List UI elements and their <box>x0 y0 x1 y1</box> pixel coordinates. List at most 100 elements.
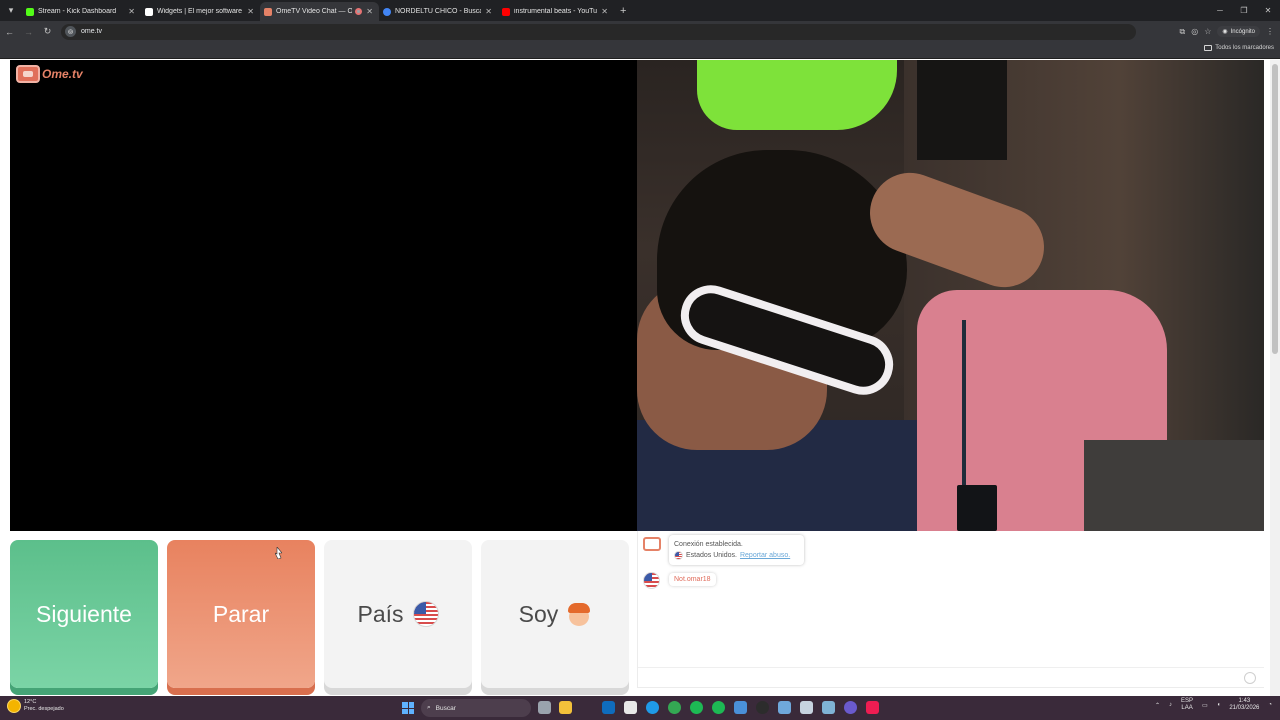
close-icon[interactable]: ✕ <box>601 7 608 16</box>
back-icon[interactable]: ← <box>0 21 19 42</box>
file-explorer-icon[interactable] <box>559 701 572 714</box>
incognito-label: Incógnito <box>1230 28 1255 35</box>
address-bar[interactable]: ⊚ ome.tv <box>61 23 1136 40</box>
forward-icon[interactable]: → <box>19 21 38 42</box>
toolbar-icons: ⧉ ◎ ☆ ◉ Incógnito ⋮ <box>1180 21 1274 42</box>
video-bed <box>1084 440 1264 531</box>
spotify-2-icon[interactable] <box>712 701 725 714</box>
video-green-cap <box>697 60 897 130</box>
country-button-label: País <box>357 600 404 627</box>
tab-strip: ▾ Stream - Kick Dashboard ✕ Widgets | El… <box>0 0 1280 21</box>
search-icon: ⌕ <box>427 704 431 711</box>
kick-favicon-icon <box>26 7 34 16</box>
next-button-label: Siguiente <box>36 600 132 627</box>
tv-logo-icon <box>16 65 40 83</box>
spotify-icon[interactable] <box>690 701 703 714</box>
youtube-favicon-icon <box>502 7 510 16</box>
url-text[interactable]: ome.tv <box>81 28 102 35</box>
tab-widgets[interactable]: Widgets | El mejor software pa ✕ <box>141 2 260 21</box>
logo-text: Ome.tv <box>42 67 83 81</box>
close-icon[interactable]: ✕ <box>485 7 492 16</box>
close-icon[interactable]: ✕ <box>366 7 373 16</box>
maximize-icon[interactable]: ❐ <box>1232 0 1256 21</box>
bookmark-star-icon[interactable]: ☆ <box>1204 27 1211 36</box>
network-icon[interactable]: ▭ <box>1202 702 1208 709</box>
start-windows-icon[interactable] <box>402 702 414 714</box>
tab-title: Stream - Kick Dashboard <box>38 8 117 15</box>
weather-widget[interactable]: 12°C Prec. despejado <box>8 699 64 713</box>
partner-video <box>637 60 1264 531</box>
system-tray: ⌃ ♪ ESP LAA ▭ ◖ 1:43 21/03/2026 ◔ <box>1155 698 1272 712</box>
tab-ometv[interactable]: OmeTV Video Chat — Ome ✕ <box>260 2 379 21</box>
obs-icon[interactable] <box>756 701 769 714</box>
lang-line1: ESP <box>1181 698 1194 704</box>
site-info-icon[interactable]: ⊚ <box>65 26 76 37</box>
stop-button[interactable]: Parar <box>167 540 315 688</box>
tab-youtube[interactable]: instrumental beats - YouTube ✕ <box>498 2 614 21</box>
microphone-icon[interactable]: ♪ <box>1169 702 1172 708</box>
weather-sun-icon <box>8 700 20 712</box>
system-message: Conexión establecida. Estados Unidos. Re… <box>669 535 804 565</box>
taskbar-search-label: Buscar <box>435 704 456 712</box>
taskbar: 12°C Prec. despejado ⌕ Buscar ⌃ ♪ ESP LA… <box>0 696 1280 720</box>
new-tab-button[interactable]: + <box>620 5 626 17</box>
volume-icon[interactable]: ◖ <box>1217 702 1221 708</box>
app-icon[interactable] <box>800 701 813 714</box>
all-bookmarks-button[interactable]: Todos los marcadores <box>1204 45 1274 51</box>
capcut-icon[interactable] <box>778 701 791 714</box>
connection-status-text: Conexión establecida. <box>674 541 743 548</box>
gender-button[interactable]: Soy <box>481 540 629 688</box>
chat-panel: Conexión establecida. Estados Unidos. Re… <box>637 531 1264 688</box>
app-3-icon[interactable] <box>844 701 857 714</box>
notepad-icon[interactable] <box>734 701 747 714</box>
clock[interactable]: 1:43 21/03/2026 <box>1229 698 1259 712</box>
weather-temperature: 12°C <box>24 699 37 705</box>
minimize-icon[interactable]: ─ <box>1208 0 1232 21</box>
tab-title: NORDELTU CHICO - Buscar con <box>395 8 482 15</box>
task-view-icon[interactable] <box>538 701 551 714</box>
close-window-icon[interactable]: ✕ <box>1256 0 1280 21</box>
incognito-icon: ◉ <box>1222 29 1228 35</box>
eye-off-icon[interactable]: ◎ <box>1191 27 1198 36</box>
gender-button-label: Soy <box>518 600 559 627</box>
chrome-icon[interactable] <box>668 701 681 714</box>
tiktok-icon[interactable] <box>866 701 879 714</box>
tab-google-search[interactable]: NORDELTU CHICO - Buscar con ✕ <box>379 2 498 21</box>
store-icon[interactable] <box>624 701 637 714</box>
partner-country-text: Estados Unidos. <box>686 552 737 559</box>
page-scrollbar[interactable] <box>1270 60 1280 696</box>
close-icon[interactable]: ✕ <box>247 7 254 16</box>
ometv-logo[interactable]: Ome.tv <box>16 65 83 83</box>
bookmarks-bar: Todos los marcadores <box>0 42 1280 59</box>
scrollbar-thumb[interactable] <box>1272 64 1278 354</box>
language-indicator[interactable]: ESP LAA <box>1181 698 1193 712</box>
reload-icon[interactable]: ↻ <box>38 21 57 42</box>
next-button[interactable]: Siguiente <box>10 540 158 688</box>
window-controls: ─ ❐ ✕ <box>1208 0 1280 21</box>
close-icon[interactable]: ✕ <box>128 7 135 16</box>
tab-title: OmeTV Video Chat — Ome <box>276 8 353 15</box>
widgets-favicon-icon <box>145 7 153 16</box>
notification-bell-icon[interactable]: ◔ <box>1268 702 1272 708</box>
translate-icon[interactable]: ⧉ <box>1180 27 1186 37</box>
outlook-icon[interactable] <box>602 701 615 714</box>
self-video: Ome.tv <box>10 60 637 531</box>
tab-search-icon[interactable]: ▾ <box>0 0 22 21</box>
partner-flag-avatar-icon <box>643 572 660 589</box>
chevron-up-icon[interactable]: ⌃ <box>1155 702 1160 709</box>
partner-username-message: Not.omar18 <box>669 573 716 586</box>
edge-icon[interactable] <box>646 701 659 714</box>
app-2-icon[interactable] <box>822 701 835 714</box>
country-button[interactable]: País <box>324 540 472 688</box>
us-flag-icon <box>412 601 439 627</box>
clock-date: 21/03/2026 <box>1229 705 1260 711</box>
incognito-indicator[interactable]: ◉ Incógnito <box>1217 26 1260 37</box>
tab-kick[interactable]: Stream - Kick Dashboard ✕ <box>22 2 141 21</box>
emoji-icon[interactable] <box>1244 672 1256 684</box>
lang-line2: LAA <box>1181 705 1193 711</box>
us-flag-icon <box>674 551 683 560</box>
report-abuse-link[interactable]: Reportar abuso. <box>740 550 790 561</box>
menu-icon[interactable]: ⋮ <box>1266 27 1274 36</box>
taskbar-search[interactable]: ⌕ Buscar <box>421 699 531 717</box>
tab-title: instrumental beats - YouTube <box>514 8 598 15</box>
